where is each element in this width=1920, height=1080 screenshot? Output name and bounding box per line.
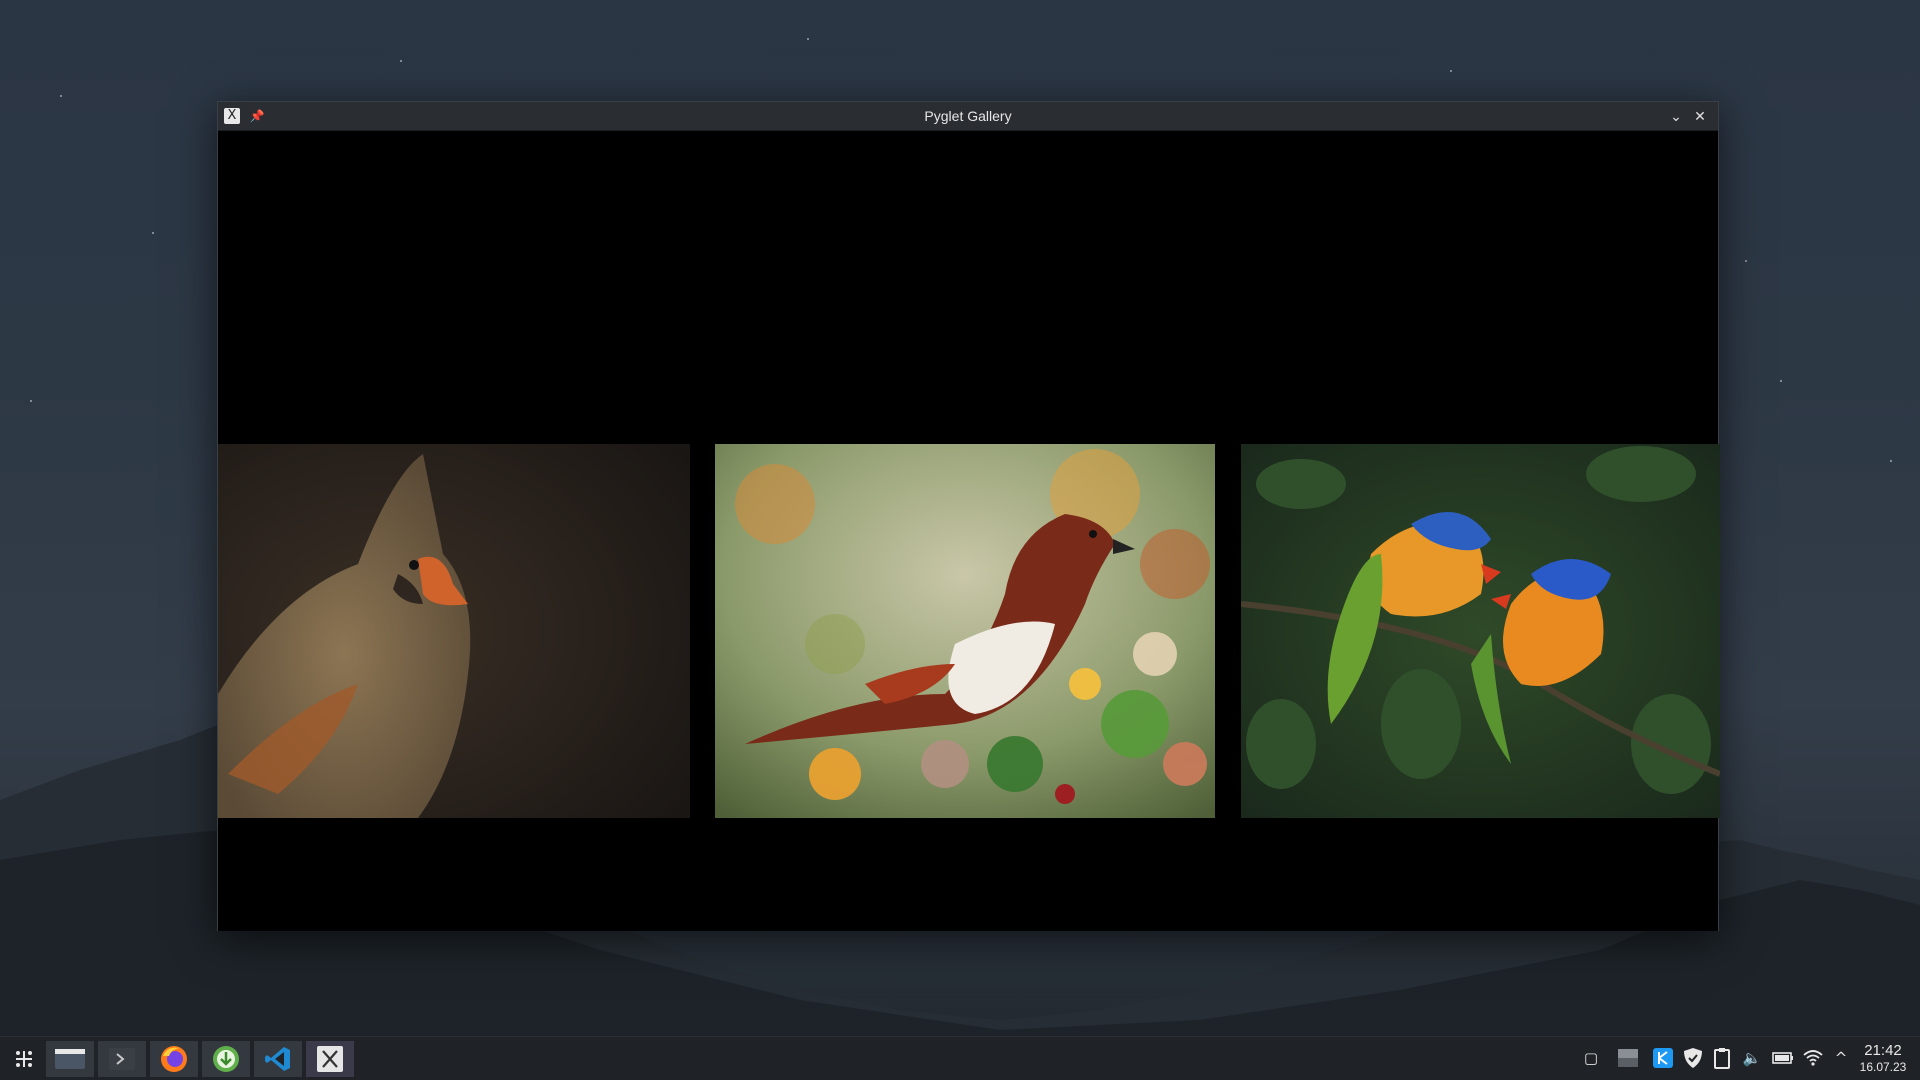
taskbar: ▢ 🔈 ^ 21:42 16.07.23 [0, 1036, 1920, 1080]
clock[interactable]: 21:42 16.07.23 [1854, 1041, 1912, 1074]
x-window-icon[interactable] [306, 1041, 354, 1077]
download-manager-icon[interactable] [202, 1041, 250, 1077]
wifi-icon[interactable] [1802, 1047, 1824, 1069]
pager-icon[interactable] [1617, 1047, 1639, 1069]
volume-icon[interactable]: 🔈 [1741, 1047, 1763, 1069]
vscode-icon[interactable] [254, 1041, 302, 1077]
terminal-icon[interactable] [98, 1041, 146, 1077]
clock-time: 21:42 [1864, 1042, 1902, 1059]
gallery-canvas[interactable] [218, 131, 1720, 931]
expand-tray-icon[interactable]: ^ [1830, 1047, 1852, 1069]
show-desktop-icon[interactable]: ▢ [1580, 1047, 1602, 1069]
gallery-image-bird-blossom[interactable] [715, 444, 1215, 818]
window-titlebar[interactable]: X 📌 Pyglet Gallery ⌄ ✕ [218, 102, 1718, 131]
clipboard-icon[interactable] [1711, 1047, 1733, 1069]
close-icon[interactable]: ✕ [1690, 107, 1710, 127]
gallery-image-lorikeets[interactable] [1241, 444, 1720, 818]
file-manager-icon[interactable] [46, 1041, 94, 1077]
clock-date: 16.07.23 [1859, 1060, 1907, 1074]
battery-icon[interactable] [1772, 1047, 1794, 1069]
gallery-image-cardinal[interactable] [218, 444, 690, 818]
kde-connect-icon[interactable] [1652, 1047, 1674, 1069]
pyglet-gallery-window: X 📌 Pyglet Gallery ⌄ ✕ [217, 101, 1720, 931]
chevron-down-icon[interactable]: ⌄ [1666, 107, 1686, 127]
firefox-icon[interactable] [150, 1041, 198, 1077]
window-title: Pyglet Gallery [924, 108, 1012, 124]
app-launcher-icon[interactable] [0, 1041, 48, 1077]
shield-icon[interactable] [1682, 1047, 1704, 1069]
